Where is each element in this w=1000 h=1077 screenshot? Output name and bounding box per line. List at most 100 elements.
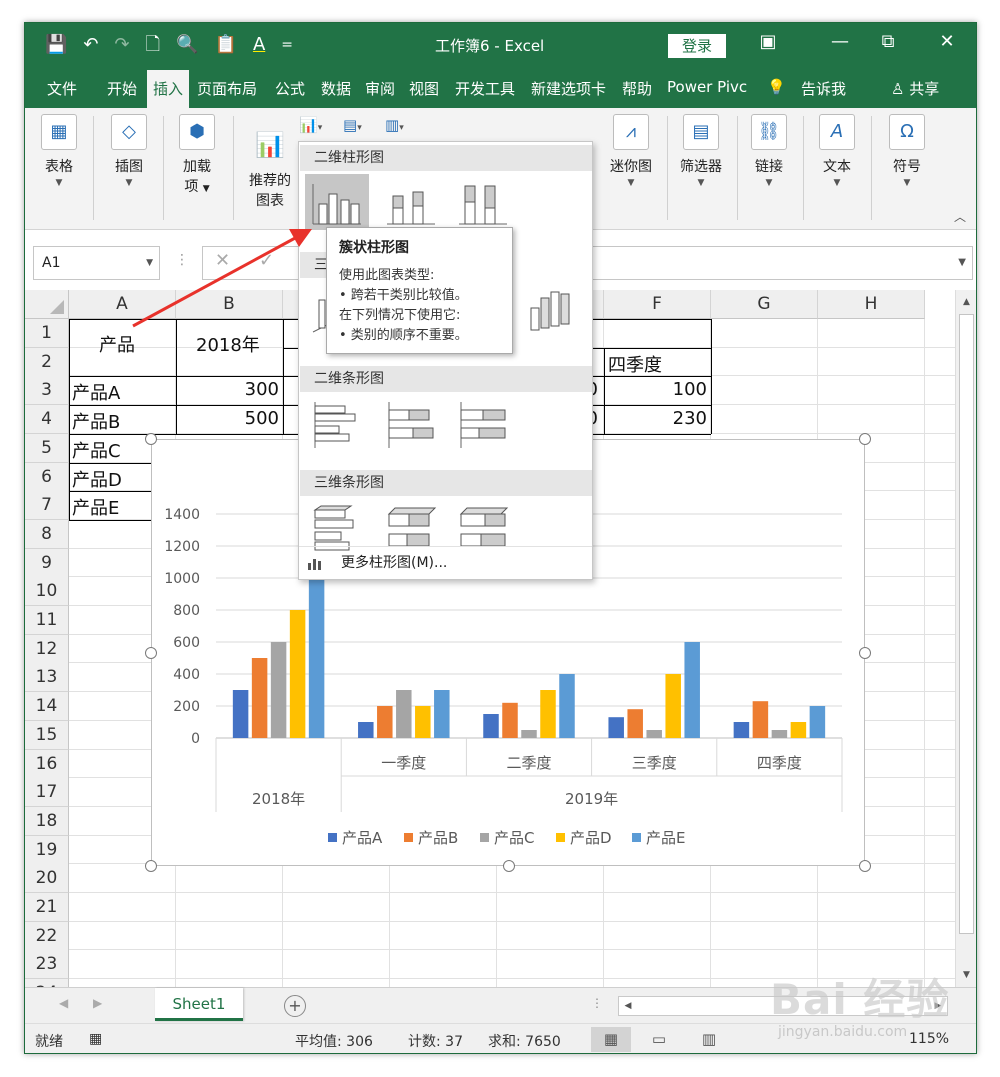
undo-icon[interactable]: ↶ bbox=[83, 33, 98, 57]
tab-developer[interactable]: 开发工具 bbox=[455, 78, 515, 99]
tab-new-tab[interactable]: 新建选项卡 bbox=[531, 78, 606, 99]
column-header[interactable]: G bbox=[711, 290, 818, 319]
links-button[interactable]: ⛓ 链接 ▼ bbox=[749, 114, 789, 188]
page-break-view-icon[interactable]: ▥ bbox=[689, 1027, 729, 1052]
row-header[interactable]: 22 bbox=[25, 921, 69, 951]
bar-产品B-2018年[interactable] bbox=[251, 658, 268, 738]
row-header[interactable]: 24 bbox=[25, 979, 69, 987]
percent-stacked-column-option[interactable] bbox=[451, 174, 515, 230]
bar-产品A-2018年[interactable] bbox=[232, 690, 249, 738]
bar-产品D-四季度[interactable] bbox=[790, 722, 807, 738]
row-header[interactable]: 3 bbox=[25, 376, 69, 406]
resize-handle[interactable] bbox=[859, 860, 871, 872]
scroll-up-icon[interactable]: ▲ bbox=[956, 292, 976, 312]
font-color-icon[interactable]: A bbox=[253, 33, 265, 57]
row-header[interactable]: 8 bbox=[25, 519, 69, 549]
stacked-column-option[interactable] bbox=[379, 174, 443, 230]
cancel-icon[interactable]: ✕ bbox=[215, 250, 230, 271]
bar-产品D-一季度[interactable] bbox=[415, 706, 431, 738]
row-header[interactable]: 19 bbox=[25, 835, 69, 865]
bar-产品D-二季度[interactable] bbox=[540, 690, 556, 738]
cell-B1[interactable]: 2018年 bbox=[196, 331, 260, 357]
bar-产品E-三季度[interactable] bbox=[684, 642, 700, 738]
row-header[interactable]: 7 bbox=[25, 491, 69, 521]
name-box[interactable]: A1 ▼ bbox=[33, 246, 160, 280]
save-icon[interactable]: 💾 bbox=[45, 33, 67, 57]
bar-产品C-一季度[interactable] bbox=[396, 690, 412, 738]
bar-产品B-二季度[interactable] bbox=[502, 702, 518, 738]
row-header[interactable]: 9 bbox=[25, 548, 69, 578]
row-header[interactable]: 10 bbox=[25, 577, 69, 607]
more-column-charts-link[interactable]: 更多柱形图(M)... bbox=[299, 546, 592, 578]
normal-view-icon[interactable]: ▦ bbox=[591, 1027, 631, 1052]
scroll-left-icon[interactable]: ◀ bbox=[619, 997, 637, 1015]
cell-A4[interactable]: 产品B bbox=[72, 408, 120, 434]
bar-chart-icon[interactable]: ▤▾ bbox=[343, 116, 362, 134]
macro-record-icon[interactable]: ▦ bbox=[89, 1031, 102, 1047]
waterfall-chart-icon[interactable]: ▥▾ bbox=[385, 116, 404, 134]
tab-help[interactable]: 帮助 bbox=[622, 78, 652, 99]
page-layout-view-icon[interactable]: ▭ bbox=[639, 1027, 679, 1052]
share-button[interactable]: ♙ 共享 bbox=[891, 78, 939, 99]
cell-B3[interactable]: 300 bbox=[176, 379, 279, 400]
sparklines-button[interactable]: ⩘ 迷你图 ▼ bbox=[607, 114, 655, 188]
bar-产品B-一季度[interactable] bbox=[377, 706, 393, 738]
3d-column-option[interactable] bbox=[521, 282, 585, 338]
new-file-icon[interactable]: 🗋 bbox=[146, 33, 160, 57]
cell-F4[interactable]: 230 bbox=[604, 408, 707, 429]
illustrations-button[interactable]: ◇ 插图 ▼ bbox=[109, 114, 149, 188]
resize-handle[interactable] bbox=[145, 860, 157, 872]
bar-产品C-三季度[interactable] bbox=[646, 730, 662, 738]
bar-产品E-一季度[interactable] bbox=[434, 690, 450, 738]
bar-产品D-三季度[interactable] bbox=[665, 674, 681, 738]
bar-产品E-二季度[interactable] bbox=[559, 674, 575, 738]
symbols-button[interactable]: Ω 符号 ▼ bbox=[887, 114, 927, 188]
row-header[interactable]: 18 bbox=[25, 806, 69, 836]
bar-产品A-一季度[interactable] bbox=[358, 722, 374, 738]
cell-A5[interactable]: 产品C bbox=[72, 437, 121, 463]
close-icon[interactable]: ✕ bbox=[932, 31, 962, 52]
tab-review[interactable]: 审阅 bbox=[365, 78, 395, 99]
bar-产品D-2018年[interactable] bbox=[289, 610, 306, 738]
ribbon-display-icon[interactable]: ▣ bbox=[753, 31, 783, 52]
resize-handle[interactable] bbox=[145, 647, 157, 659]
bar-产品A-四季度[interactable] bbox=[733, 722, 750, 738]
maximize-icon[interactable]: ⧉ bbox=[873, 31, 903, 52]
cell-A3[interactable]: 产品A bbox=[72, 379, 120, 405]
cell-A6[interactable]: 产品D bbox=[72, 466, 122, 492]
row-header[interactable]: 13 bbox=[25, 663, 69, 693]
tab-file[interactable]: 文件 bbox=[47, 78, 77, 99]
row-header[interactable]: 12 bbox=[25, 634, 69, 664]
column-header[interactable]: B bbox=[176, 290, 283, 319]
cell-B4[interactable]: 500 bbox=[176, 408, 279, 429]
clustered-bar-option[interactable] bbox=[305, 396, 369, 452]
bar-产品E-2018年[interactable] bbox=[308, 578, 325, 738]
bar-产品C-四季度[interactable] bbox=[771, 730, 788, 738]
row-header[interactable]: 16 bbox=[25, 749, 69, 779]
paste-icon[interactable]: 📋 bbox=[215, 33, 237, 57]
redo-icon[interactable]: ↷ bbox=[115, 33, 130, 57]
resize-handle[interactable] bbox=[859, 647, 871, 659]
chevron-down-icon[interactable]: ▼ bbox=[958, 257, 966, 268]
tab-formulas[interactable]: 公式 bbox=[275, 78, 305, 99]
addins-button[interactable]: ⬢ 加载 项 ▼ bbox=[177, 114, 217, 196]
bar-产品B-四季度[interactable] bbox=[752, 701, 769, 738]
row-header[interactable]: 15 bbox=[25, 720, 69, 750]
resize-handle[interactable] bbox=[859, 433, 871, 445]
select-all-button[interactable] bbox=[25, 290, 69, 319]
tab-home[interactable]: 开始 bbox=[107, 78, 137, 99]
print-preview-icon[interactable]: 🔍 bbox=[176, 33, 198, 57]
tab-data[interactable]: 数据 bbox=[321, 78, 351, 99]
sheet-tab-sheet1[interactable]: Sheet1 bbox=[155, 988, 243, 1021]
resize-handle[interactable] bbox=[145, 433, 157, 445]
cell-F3[interactable]: 100 bbox=[604, 379, 707, 400]
bar-产品E-四季度[interactable] bbox=[809, 706, 826, 738]
bar-产品B-三季度[interactable] bbox=[627, 709, 643, 738]
bar-产品C-2018年[interactable] bbox=[270, 642, 287, 738]
row-header[interactable]: 17 bbox=[25, 778, 69, 808]
tell-me-search[interactable]: 告诉我 bbox=[801, 78, 846, 99]
row-header[interactable]: 14 bbox=[25, 692, 69, 722]
bar-产品C-二季度[interactable] bbox=[521, 730, 537, 738]
column-chart-icon[interactable]: 📊▾ bbox=[299, 116, 322, 134]
row-header[interactable]: 6 bbox=[25, 462, 69, 492]
